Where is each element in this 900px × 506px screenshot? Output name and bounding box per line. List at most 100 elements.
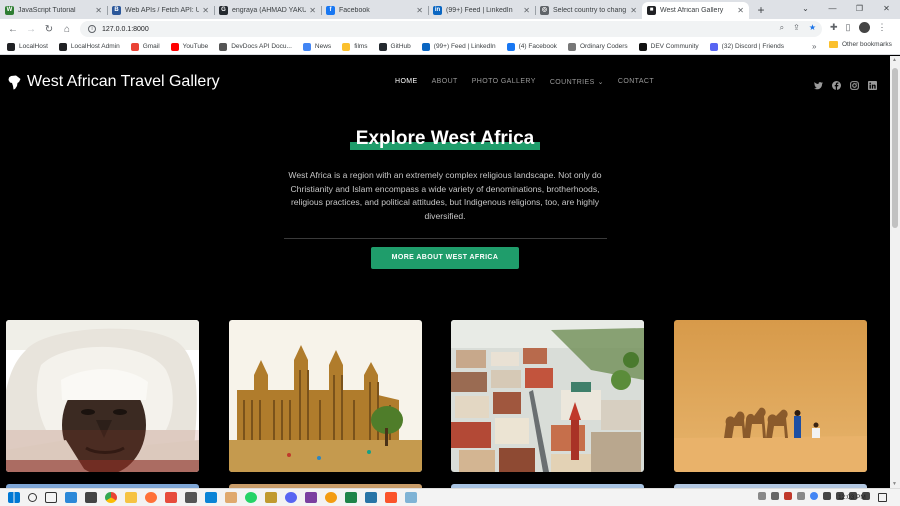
nav-photo-gallery[interactable]: PHOTO GALLERY [472,78,536,86]
profile-avatar[interactable] [858,22,870,33]
browser-tab[interactable]: Gengraya (AHMAD YAKU ✕ [214,2,321,19]
more-about-west-africa-button[interactable]: MORE ABOUT WEST AFRICA [371,247,519,269]
bookmark-item[interactable]: Gmail [130,42,160,51]
tab-close-icon[interactable]: ✕ [95,6,102,15]
scrollbar-thumb[interactable] [892,68,898,228]
browser-tab[interactable]: ■ West African Gallery ✕ [642,2,749,19]
file-explorer-icon[interactable] [125,492,137,503]
nav-contact[interactable]: CONTACT [618,78,654,86]
facebook-icon[interactable] [832,77,841,90]
close-window-icon[interactable]: ✕ [873,0,900,17]
bookmark-item[interactable]: News [302,42,331,51]
hero-description: West Africa is a region with an extremel… [288,170,602,221]
app-icon[interactable] [325,492,337,503]
browser-tab[interactable]: B Web APIs / Fetch API: U ✕ [107,2,214,19]
browser-tab[interactable]: W JavaScript Tutorial ✕ [0,2,107,19]
tab-close-icon[interactable]: ✕ [523,6,530,15]
tab-close-icon[interactable]: ✕ [309,6,316,15]
bookmark-item[interactable]: DEV Community [638,42,699,51]
task-view-icon[interactable] [45,492,57,503]
bookmark-item[interactable]: films [342,42,368,51]
app-icon[interactable] [405,492,417,503]
bookmark-item[interactable]: Ordinary Coders [567,42,628,51]
app-icon[interactable] [305,492,317,503]
firefox-icon[interactable] [145,492,157,503]
scroll-up-icon[interactable]: ▲ [892,57,897,63]
brave-icon[interactable] [385,492,397,503]
reload-icon[interactable]: ↻ [40,24,58,35]
brand-logo[interactable]: West African Travel Gallery [8,73,220,91]
tab-close-icon[interactable]: ✕ [416,6,423,15]
minimize-icon[interactable]: — [819,0,846,17]
page-scrollbar[interactable]: ▲ ▼ [890,56,900,488]
tab-close-icon[interactable]: ✕ [737,6,744,15]
app-icon[interactable] [225,492,237,503]
nav-countries[interactable]: COUNTRIES ⌄ [550,78,604,86]
start-icon[interactable] [8,492,20,503]
share-icon[interactable]: ⇪ [793,23,800,33]
arrow-up-icon[interactable] [771,492,779,500]
tab-favicon-icon: f [326,6,335,15]
vscode-icon[interactable] [205,492,217,503]
bookmark-item[interactable]: (4) Facebook [506,42,557,51]
store-icon[interactable] [85,492,97,503]
widgets-icon[interactable] [65,492,77,503]
whatsapp-icon[interactable] [245,492,257,503]
extensions-icon[interactable]: ✚ [830,22,838,33]
city-rooftops-photo[interactable] [451,320,644,472]
taskbar-clock[interactable]: 12:03 PM [838,494,866,501]
notification-icon[interactable] [878,493,887,502]
search-icon[interactable] [28,493,37,502]
new-tab-button[interactable]: + [753,2,769,18]
browser-tab[interactable]: in (99+) Feed | LinkedIn ✕ [428,2,535,19]
nav-about[interactable]: ABOUT [432,78,458,86]
more-bookmarks-icon[interactable]: » [812,42,816,51]
browser-menu-icon[interactable]: ⋮ [878,22,887,33]
chrome-tray-icon[interactable] [810,492,818,500]
app-icon[interactable] [365,492,377,503]
folder-icon [829,41,838,48]
instagram-icon[interactable] [850,77,859,90]
main-nav: HOME ABOUT PHOTO GALLERY COUNTRIES ⌄ CONT… [395,78,668,86]
man-in-turban-photo[interactable] [6,320,199,472]
scroll-down-icon[interactable]: ▼ [892,481,897,487]
browser-tab[interactable]: f Facebook ✕ [321,2,428,19]
mail-icon[interactable] [185,492,197,503]
tab-search-icon[interactable]: ⌄ [792,0,819,17]
tab-close-icon[interactable]: ✕ [630,6,637,15]
person-icon[interactable] [758,492,766,500]
nav-home[interactable]: HOME [395,78,418,86]
linkedin-icon[interactable] [868,77,877,90]
app-icon[interactable] [265,492,277,503]
great-mosque-photo[interactable] [229,320,422,472]
address-bar[interactable]: i 127.0.0.1:8000 ⌕ ⇪ ★ [80,21,822,37]
site-info-icon[interactable]: i [88,25,96,33]
chrome-icon[interactable] [105,492,117,503]
discord-icon[interactable] [285,492,297,503]
zoom-icon[interactable]: ⌕ [780,23,784,33]
bookmark-star-icon[interactable]: ★ [809,23,816,33]
app-icon[interactable] [165,492,177,503]
bluetooth-icon[interactable] [823,492,831,500]
twitter-icon[interactable] [814,77,823,90]
bookmark-item[interactable]: LocalHost Admin [58,42,120,51]
other-bookmarks[interactable]: Other bookmarks [829,41,892,48]
bookmark-item[interactable]: (32) Discord | Friends [709,42,784,51]
side-panel-icon[interactable]: ▯ [846,22,851,33]
bookmark-favicon-icon [170,42,179,51]
bookmark-item[interactable]: LocalHost [7,42,48,51]
browser-tab[interactable]: ◎ Select country to chang ✕ [535,2,642,19]
bookmark-item[interactable]: DevDocs API Docu... [219,42,292,51]
back-icon[interactable]: ← [4,24,22,35]
restore-icon[interactable]: ❐ [846,0,873,17]
tab-close-icon[interactable]: ✕ [202,6,209,15]
bookmark-item[interactable]: (99+) Feed | LinkedIn [421,42,496,51]
app-tray-icon[interactable] [784,492,792,500]
app-tray-icon[interactable] [797,492,805,500]
bookmark-item[interactable]: YouTube [170,42,208,51]
home-icon[interactable]: ⌂ [58,24,76,35]
forward-icon[interactable]: → [22,24,40,35]
app-icon[interactable] [345,492,357,503]
desert-camels-photo[interactable] [674,320,867,472]
bookmark-item[interactable]: GitHub [378,42,411,51]
